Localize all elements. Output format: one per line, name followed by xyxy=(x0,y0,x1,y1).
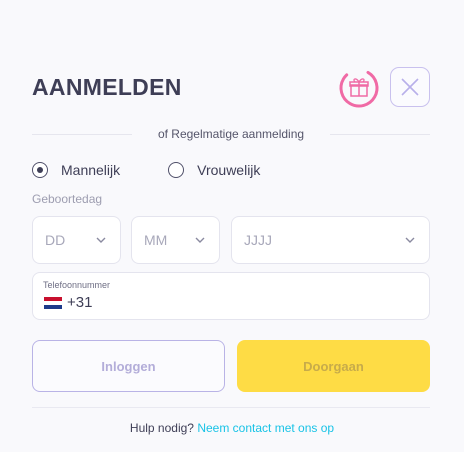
phone-country-code[interactable]: +31 xyxy=(67,294,92,311)
signup-modal: AANMELDEN of Regelmatige aanmelding Mann… xyxy=(0,0,464,452)
divider-label: of Regelmatige aanmelding xyxy=(157,127,305,141)
radio-unselected-icon[interactable] xyxy=(168,162,185,178)
gender-radio-group: Mannelijk Vrouwelijk xyxy=(32,162,308,178)
birth-year-select[interactable]: JJJJ xyxy=(231,216,430,264)
footer-divider xyxy=(32,407,430,408)
gender-option-label: Mannelijk xyxy=(61,162,121,178)
chevron-down-icon xyxy=(195,237,205,243)
birth-year-value: JJJJ xyxy=(244,232,272,248)
divider-line-right xyxy=(330,133,430,135)
birth-month-select[interactable]: MM xyxy=(131,216,220,264)
page-title: AANMELDEN xyxy=(32,74,182,100)
gender-option-male[interactable]: Mannelijk xyxy=(32,162,120,178)
radio-selected-icon[interactable] xyxy=(32,162,48,178)
divider: of Regelmatige aanmelding xyxy=(32,126,430,142)
gift-icon[interactable] xyxy=(338,67,380,109)
gender-option-female[interactable]: Vrouwelijk xyxy=(168,162,260,178)
chevron-down-icon xyxy=(405,237,415,243)
birth-month-value: MM xyxy=(144,232,168,248)
contact-link[interactable]: Neem contact met ons op xyxy=(197,421,334,435)
continue-button[interactable]: Doorgaan xyxy=(237,340,430,392)
netherlands-flag-icon[interactable] xyxy=(44,297,62,309)
divider-line-left xyxy=(32,133,132,135)
chevron-down-icon xyxy=(96,237,106,243)
help-footer: Hulp nodig? Neem contact met ons op xyxy=(0,421,464,435)
radio-dot xyxy=(37,167,43,173)
close-button[interactable] xyxy=(390,67,430,107)
birthdate-label: Geboortedag xyxy=(32,192,103,206)
help-text: Hulp nodig? xyxy=(129,421,194,435)
close-icon xyxy=(401,78,419,96)
birth-day-value: DD xyxy=(45,232,66,248)
birth-day-select[interactable]: DD xyxy=(32,216,121,264)
phone-field[interactable]: Telefoonnummer +31 xyxy=(32,272,430,320)
phone-field-label: Telefoonnummer xyxy=(43,280,111,290)
gender-option-label: Vrouwelijk xyxy=(197,162,261,178)
login-button[interactable]: Inloggen xyxy=(32,340,225,392)
